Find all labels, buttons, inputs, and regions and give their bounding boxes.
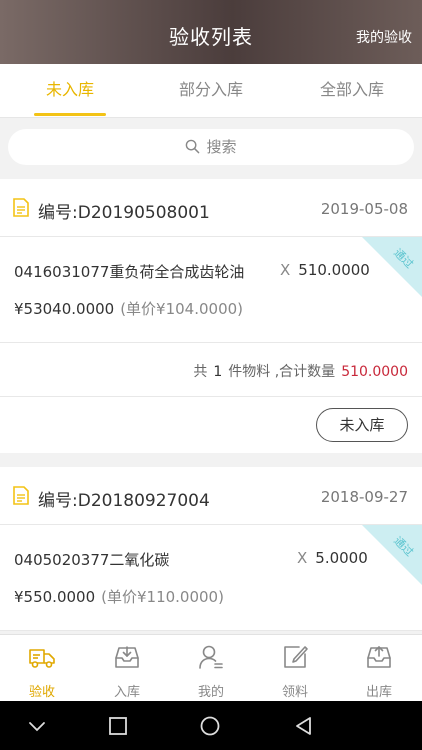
app-header: 验收列表 我的验收 (0, 0, 422, 64)
inbox-out-icon (367, 646, 391, 668)
tab-label: 全部入库 (319, 80, 384, 99)
card-header: 编号:D20180927004 2018-09-27 (0, 467, 422, 525)
search-input[interactable]: 搜索 (8, 129, 414, 165)
user-icon (199, 645, 223, 669)
tab-label: 未入库 (45, 80, 94, 99)
recent-apps-icon[interactable] (107, 715, 129, 737)
nav-item-inbound[interactable]: 入库 (85, 635, 169, 702)
status-tabs: 未入库 部分入库 全部入库 (0, 64, 422, 118)
card-header: 编号:D20190508001 2019-05-08 (0, 179, 422, 237)
acceptance-card[interactable]: 编号:D20180927004 2018-09-27 0405020377二氧化… (0, 467, 422, 631)
material-name: 0416031077重负荷全合成齿轮油 (14, 263, 245, 281)
bottom-nav: 验收 入库 我的 领料 出库 (0, 634, 422, 701)
order-date: 2018-09-27 (320, 488, 408, 506)
acceptance-card[interactable]: 编号:D20190508001 2019-05-08 0416031077重负荷… (0, 179, 422, 453)
approved-ribbon: 通过 (362, 525, 422, 585)
tab-label: 部分入库 (178, 80, 243, 99)
chevron-down-icon[interactable] (26, 715, 48, 737)
card-actions: 未入库 (0, 397, 422, 453)
system-nav-bar (0, 701, 422, 750)
material-price: ¥550.0000 (单价¥110.0000) (14, 588, 224, 606)
card-summary: 共 1 件物料 ,合计数量 510.0000 (0, 343, 422, 397)
nav-label: 出库 (365, 685, 392, 700)
material-price: ¥53040.0000 (单价¥104.0000) (14, 300, 244, 318)
truck-icon (29, 649, 55, 668)
nav-label: 入库 (113, 685, 140, 700)
nav-item-mine[interactable]: 我的 (169, 635, 253, 702)
search-placeholder: 搜索 (206, 138, 237, 156)
total-quantity: 510.0000 (341, 364, 408, 380)
tab-partially-stored[interactable]: 部分入库 (141, 64, 281, 118)
active-tab-indicator (34, 113, 106, 116)
material-quantity: X 510.0000 (280, 261, 370, 279)
tab-fully-stored[interactable]: 全部入库 (282, 64, 422, 118)
not-stored-button[interactable]: 未入库 (316, 408, 408, 442)
inbox-in-icon (115, 646, 139, 668)
home-icon[interactable] (199, 715, 221, 737)
search-icon (186, 139, 200, 154)
nav-label: 领料 (281, 685, 308, 700)
material-item[interactable]: 0405020377二氧化碳 X 5.0000 ¥550.0000 (单价¥110.… (0, 525, 422, 631)
order-code: 编号:D20190508001 (38, 203, 210, 223)
document-icon (13, 486, 29, 505)
nav-item-outbound[interactable]: 出库 (337, 635, 421, 702)
nav-item-requisition[interactable]: 领料 (253, 635, 337, 702)
order-code: 编号:D20180927004 (38, 491, 210, 511)
edit-icon (284, 646, 308, 668)
material-name: 0405020377二氧化碳 (14, 551, 170, 569)
approved-ribbon: 通过 (362, 237, 422, 297)
tab-not-stored[interactable]: 未入库 (0, 64, 140, 118)
document-icon (13, 198, 29, 217)
order-date: 2019-05-08 (320, 200, 408, 218)
my-acceptance-link[interactable]: 我的验收 (356, 27, 412, 47)
nav-item-acceptance[interactable]: 验收 (0, 635, 84, 702)
material-quantity: X 5.0000 (297, 549, 368, 567)
nav-label: 我的 (197, 685, 224, 700)
back-icon[interactable] (293, 715, 315, 737)
nav-label: 验收 (28, 685, 55, 700)
material-item[interactable]: 0416031077重负荷全合成齿轮油 X 510.0000 ¥53040.000… (0, 237, 422, 343)
